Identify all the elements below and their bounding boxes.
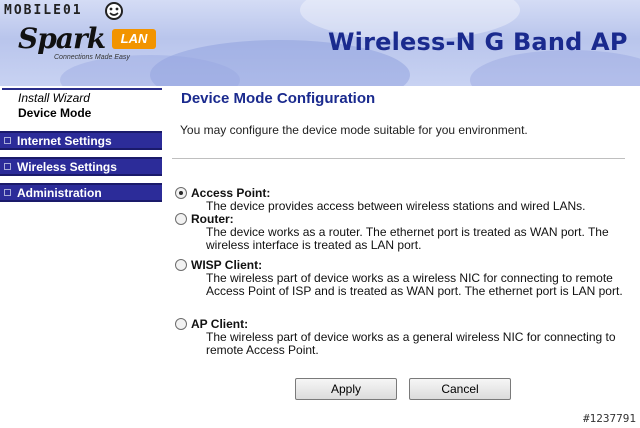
mode-label: WISP Client: xyxy=(191,257,263,272)
sidebar-item-device-mode[interactable]: Device Mode xyxy=(0,105,162,122)
sidebar-item-wireless-settings[interactable]: Wireless Settings xyxy=(0,157,162,176)
radio-router[interactable] xyxy=(175,212,187,225)
image-id-label: #1237791 xyxy=(583,412,636,425)
sidebar-item-label: Internet Settings xyxy=(17,133,112,148)
page-title: Device Mode Configuration xyxy=(181,90,376,107)
page-description: You may configure the device mode suitab… xyxy=(180,123,528,137)
square-bullet-icon xyxy=(4,163,11,170)
mode-wisp-client: WISP Client: The wireless part of device… xyxy=(172,257,632,316)
square-bullet-icon xyxy=(4,189,11,196)
mode-description: The wireless part of device works as a w… xyxy=(206,271,623,298)
sidebar-item-install-wizard[interactable]: Install Wizard xyxy=(2,88,162,105)
radio-access-point[interactable] xyxy=(175,186,187,199)
logo-word: Spark xyxy=(18,22,106,55)
radio-wisp-client[interactable] xyxy=(175,258,187,271)
header-banner: MOBILE01 Spark LAN Connections Made Easy… xyxy=(0,0,640,86)
sidebar-item-internet-settings[interactable]: Internet Settings xyxy=(0,131,162,150)
logo-badge: LAN xyxy=(112,29,156,49)
mode-description: The device works as a router. The ethern… xyxy=(206,225,609,252)
mode-access-point: Access Point: The device provides access… xyxy=(172,185,632,213)
mode-router: Router: The device works as a router. Th… xyxy=(172,211,632,257)
mode-ap-client: AP Client: The wireless part of device w… xyxy=(172,316,632,357)
mode-label: Access Point: xyxy=(191,185,271,200)
device-mode-options: Access Point: The device provides access… xyxy=(172,185,632,357)
mobile01-face-icon xyxy=(105,2,123,20)
sidebar-item-administration[interactable]: Administration xyxy=(0,183,162,202)
sidebar-nav: Install Wizard Device Mode Internet Sett… xyxy=(0,88,162,209)
mode-label: AP Client: xyxy=(191,316,249,331)
sidebar-item-label: Administration xyxy=(17,185,102,200)
watermark-text: MOBILE01 xyxy=(4,3,83,18)
square-bullet-icon xyxy=(4,137,11,144)
cancel-button[interactable]: Cancel xyxy=(409,378,511,400)
sidebar-item-label: Wireless Settings xyxy=(17,159,117,174)
section-divider xyxy=(172,158,625,159)
sparklan-logo: Spark LAN Connections Made Easy xyxy=(18,22,160,68)
apply-button[interactable]: Apply xyxy=(295,378,397,400)
mode-description: The wireless part of device works as a g… xyxy=(206,330,616,357)
logo-tagline: Connections Made Easy xyxy=(54,54,130,61)
product-title: Wireless-N G Band AP xyxy=(328,28,628,56)
radio-ap-client[interactable] xyxy=(175,317,187,330)
mode-label: Router: xyxy=(191,211,234,226)
